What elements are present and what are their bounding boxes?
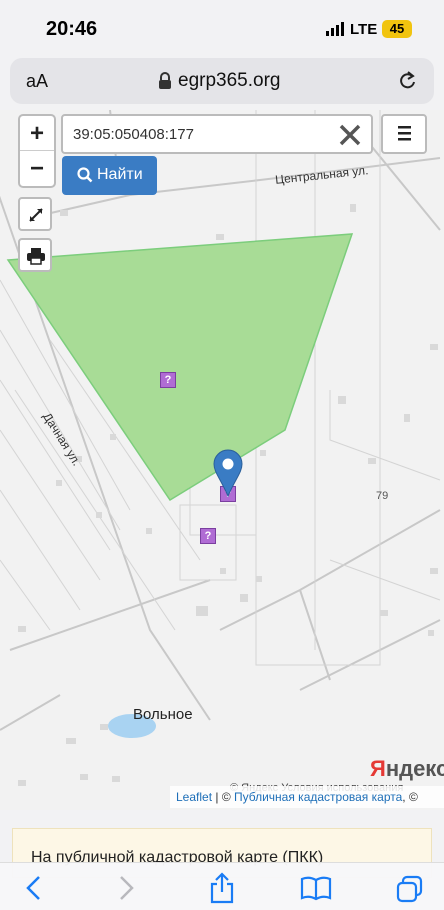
expand-icon — [29, 208, 43, 222]
status-time: 20:46 — [46, 18, 98, 40]
land-parcel[interactable] — [6, 233, 354, 502]
browser-toolbar — [0, 862, 444, 910]
back-icon[interactable] — [24, 875, 44, 901]
zoom-out-button[interactable]: − — [20, 151, 54, 186]
reload-icon[interactable] — [398, 70, 418, 92]
cadastral-search-field[interactable]: 39:05:050408:177 — [61, 114, 373, 154]
fullscreen-button[interactable] — [18, 197, 52, 231]
print-button[interactable] — [18, 238, 52, 272]
find-button[interactable]: Найти — [62, 156, 157, 195]
share-icon[interactable] — [208, 872, 236, 904]
house-number-label: 79 — [376, 490, 389, 502]
find-button-label: Найти — [97, 166, 143, 183]
pkk-link[interactable]: Публичная кадастровая карта — [234, 790, 402, 804]
menu-icon — [398, 126, 411, 141]
status-bar: 20:46 LTE 45 — [0, 0, 444, 56]
printer-icon — [27, 248, 45, 265]
map-view[interactable]: + − 39:05:050408:177 Найти Центральная у… — [0, 110, 444, 810]
search-input[interactable]: 39:05:050408:177 — [73, 126, 194, 143]
battery-icon: 45 — [382, 20, 412, 38]
attribution-suffix: , © — [402, 790, 418, 804]
yandex-logo: Яндекс — [370, 756, 444, 781]
unknown-object-marker[interactable]: ? — [200, 528, 216, 544]
close-icon[interactable] — [337, 122, 363, 148]
search-icon — [77, 167, 93, 183]
village-label: Вольное — [133, 706, 193, 723]
signal-icon — [326, 22, 344, 36]
forward-icon[interactable] — [116, 875, 136, 901]
network-label: LTE — [350, 21, 378, 38]
lock-icon — [159, 72, 171, 89]
screen: 20:46 LTE 45 аА egrp365.org + − 39:05:05… — [0, 0, 444, 910]
address-bar[interactable]: аА egrp365.org — [10, 58, 434, 104]
bookmarks-icon[interactable] — [300, 875, 332, 901]
layers-menu-button[interactable] — [381, 114, 427, 154]
map-attribution: Leaflet | © Публичная кадастровая карта,… — [170, 786, 444, 808]
leaflet-link[interactable]: Leaflet — [176, 790, 212, 804]
tabs-icon[interactable] — [396, 875, 424, 903]
text-size-button[interactable]: аА — [26, 71, 48, 92]
url-domain[interactable]: egrp365.org — [178, 70, 280, 92]
unknown-object-marker[interactable]: ? — [160, 372, 176, 388]
location-pin-icon[interactable] — [212, 448, 244, 498]
zoom-control: + − — [18, 114, 56, 188]
attribution-separator: | © — [212, 790, 234, 804]
zoom-in-button[interactable]: + — [20, 116, 54, 151]
